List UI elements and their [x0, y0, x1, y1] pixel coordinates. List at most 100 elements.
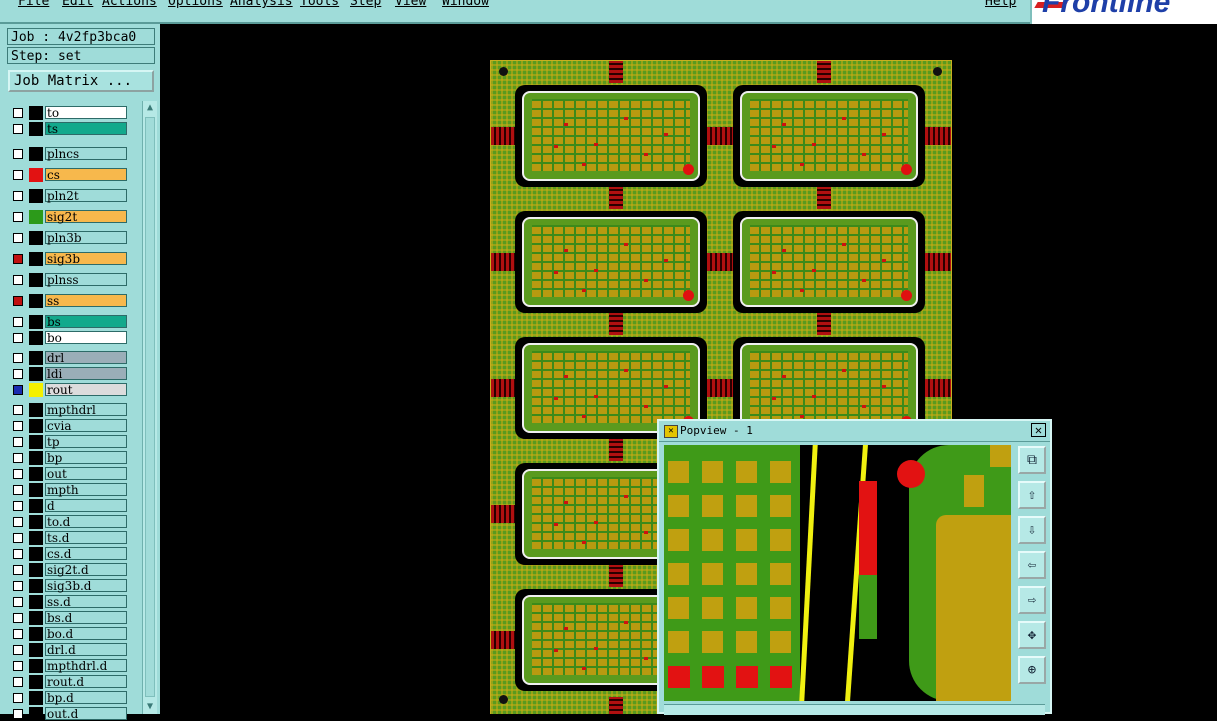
layer-name[interactable]: bo.d: [45, 627, 127, 640]
layer-row-out[interactable]: out: [11, 467, 129, 481]
layer-name[interactable]: to.d: [45, 515, 127, 528]
layer-color-swatch[interactable]: [29, 579, 43, 593]
layer-color-swatch[interactable]: [29, 707, 43, 721]
menu-file[interactable]: File: [18, 0, 49, 9]
layer-color-swatch[interactable]: [29, 210, 43, 224]
layer-color-swatch[interactable]: [29, 106, 43, 120]
layer-name[interactable]: out: [45, 467, 127, 480]
layer-color-swatch[interactable]: [29, 531, 43, 545]
close-icon[interactable]: ✕: [1031, 423, 1046, 437]
layer-row-bs-d[interactable]: bs.d: [11, 611, 129, 625]
layer-color-swatch[interactable]: [29, 595, 43, 609]
layer-checkbox[interactable]: [13, 501, 23, 511]
pan-down-icon[interactable]: ⇩: [1018, 516, 1046, 544]
layer-name[interactable]: sig2t.d: [45, 563, 127, 576]
layer-color-swatch[interactable]: [29, 611, 43, 625]
layer-checkbox[interactable]: [13, 597, 23, 607]
layer-row-pln2t[interactable]: pln2t: [11, 189, 129, 203]
layer-name[interactable]: ldi: [45, 367, 127, 380]
layer-checkbox[interactable]: [13, 191, 23, 201]
layer-row-tp[interactable]: tp: [11, 435, 129, 449]
layer-checkbox[interactable]: [13, 645, 23, 655]
scroll-thumb[interactable]: [145, 117, 155, 697]
zoom-window-icon[interactable]: ⧉: [1018, 446, 1046, 474]
layer-checkbox[interactable]: [13, 453, 23, 463]
layer-checkbox[interactable]: [13, 661, 23, 671]
layer-row-ss-d[interactable]: ss.d: [11, 595, 129, 609]
layer-color-swatch[interactable]: [29, 451, 43, 465]
layer-name[interactable]: ts: [45, 122, 127, 135]
layer-color-swatch[interactable]: [29, 252, 43, 266]
layer-name[interactable]: drl: [45, 351, 127, 364]
layer-checkbox[interactable]: [13, 533, 23, 543]
layer-row-cs-d[interactable]: cs.d: [11, 547, 129, 561]
layer-row-sig2t-d[interactable]: sig2t.d: [11, 563, 129, 577]
layer-row-drl[interactable]: drl: [11, 351, 129, 365]
layer-name[interactable]: pln3b: [45, 231, 127, 244]
menu-help[interactable]: Help: [985, 0, 1016, 9]
layer-row-bs[interactable]: bs: [11, 315, 129, 329]
layer-checkbox[interactable]: [13, 212, 23, 222]
layer-color-swatch[interactable]: [29, 547, 43, 561]
layer-name[interactable]: plncs: [45, 147, 127, 160]
layer-checkbox[interactable]: [13, 677, 23, 687]
layer-row-ts[interactable]: ts: [11, 122, 129, 136]
layer-row-plncs[interactable]: plncs: [11, 147, 129, 161]
layer-color-swatch[interactable]: [29, 273, 43, 287]
layer-checkbox[interactable]: [13, 254, 23, 264]
layer-name[interactable]: ts.d: [45, 531, 127, 544]
pan-up-icon[interactable]: ⇧: [1018, 481, 1046, 509]
layer-checkbox[interactable]: [13, 170, 23, 180]
layer-checkbox[interactable]: [13, 353, 23, 363]
layer-color-swatch[interactable]: [29, 383, 43, 397]
layer-row-drl-d[interactable]: drl.d: [11, 643, 129, 657]
layer-checkbox[interactable]: [13, 485, 23, 495]
layer-name[interactable]: mpthdrl.d: [45, 659, 127, 672]
layer-color-swatch[interactable]: [29, 231, 43, 245]
layer-checkbox[interactable]: [13, 124, 23, 134]
layer-color-swatch[interactable]: [29, 419, 43, 433]
layer-row-to[interactable]: to: [11, 106, 129, 120]
layer-color-swatch[interactable]: [29, 168, 43, 182]
layer-checkbox[interactable]: [13, 108, 23, 118]
layer-row-bo[interactable]: bo: [11, 331, 129, 345]
layer-row-ts-d[interactable]: ts.d: [11, 531, 129, 545]
menu-view[interactable]: View: [395, 0, 426, 9]
layer-checkbox[interactable]: [13, 421, 23, 431]
layer-row-mpthdrl[interactable]: mpthdrl: [11, 403, 129, 417]
layer-checkbox[interactable]: [13, 469, 23, 479]
layer-checkbox[interactable]: [13, 517, 23, 527]
layer-color-swatch[interactable]: [29, 483, 43, 497]
layer-row-cs[interactable]: cs: [11, 168, 129, 182]
layer-color-swatch[interactable]: [29, 122, 43, 136]
layer-row-bp[interactable]: bp: [11, 451, 129, 465]
pan-left-icon[interactable]: ⇦: [1018, 551, 1046, 579]
layer-row-rout-d[interactable]: rout.d: [11, 675, 129, 689]
menu-tools[interactable]: Tools: [300, 0, 339, 9]
layer-name[interactable]: ss: [45, 294, 127, 307]
layer-color-swatch[interactable]: [29, 563, 43, 577]
layer-name[interactable]: drl.d: [45, 643, 127, 656]
layer-color-swatch[interactable]: [29, 659, 43, 673]
menu-actions[interactable]: Actions: [102, 0, 157, 9]
layer-checkbox[interactable]: [13, 385, 23, 395]
layer-checkbox[interactable]: [13, 709, 23, 719]
layer-checkbox[interactable]: [13, 405, 23, 415]
layer-name[interactable]: cs: [45, 168, 127, 181]
layer-checkbox[interactable]: [13, 581, 23, 591]
layer-row-sig2t[interactable]: sig2t: [11, 210, 129, 224]
layer-checkbox[interactable]: [13, 565, 23, 575]
layer-name[interactable]: rout.d: [45, 675, 127, 688]
layer-name[interactable]: pln2t: [45, 189, 127, 202]
layer-row-mpth[interactable]: mpth: [11, 483, 129, 497]
layer-color-swatch[interactable]: [29, 351, 43, 365]
layer-name[interactable]: cs.d: [45, 547, 127, 560]
layer-row-sig3b-d[interactable]: sig3b.d: [11, 579, 129, 593]
layer-row-bp-d[interactable]: bp.d: [11, 691, 129, 705]
layer-row-mpthdrl-d[interactable]: mpthdrl.d: [11, 659, 129, 673]
zoom-in-icon[interactable]: ✥: [1018, 621, 1046, 649]
scroll-down-icon[interactable]: ▼: [143, 700, 157, 714]
layer-checkbox[interactable]: [13, 233, 23, 243]
popview-titlebar[interactable]: ✕ Popview - 1 ✕: [659, 421, 1050, 442]
layer-checkbox[interactable]: [13, 693, 23, 703]
